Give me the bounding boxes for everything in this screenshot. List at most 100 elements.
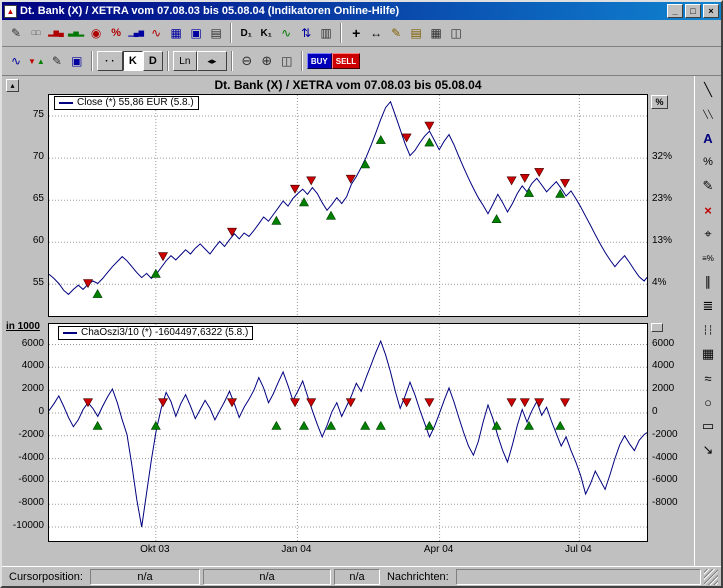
indicator-chart-plot[interactable] (48, 323, 648, 542)
candle-mode-button[interactable]: K (123, 51, 143, 71)
move-horizontal-icon[interactable]: ↔ (366, 23, 386, 43)
channel-tool[interactable]: ∥ (696, 271, 720, 293)
x-axis-label: Jan 04 (266, 544, 326, 556)
wave-tool[interactable]: ≈ (696, 367, 720, 389)
mini-chart-icon[interactable]: ∿ (6, 51, 26, 71)
fibonacci-tool[interactable]: ≡% (696, 247, 720, 269)
indicator-table-icon[interactable]: ▦ (166, 23, 186, 43)
y-axis-label: -2000 (2, 429, 44, 441)
y-axis-label: 4000 (652, 360, 694, 372)
sell-signal-button[interactable]: SELL (332, 53, 360, 69)
copy-icon[interactable]: □□ (26, 23, 46, 43)
chart-settings-icon[interactable]: ▣ (67, 51, 87, 71)
edit-icon[interactable]: ✎ (6, 23, 26, 43)
signals-icon-glyph2: ▲ (37, 57, 45, 66)
chart-window-icon-glyph: ▣ (190, 26, 201, 40)
zoom-out-icon[interactable]: ⊖ (237, 51, 257, 71)
pencil-icon-glyph: ✎ (391, 26, 401, 40)
memo-icon[interactable]: ▤ (406, 23, 426, 43)
percent-scale-button[interactable]: % (651, 95, 668, 109)
price-chart-plot[interactable] (48, 94, 648, 317)
percent-lines-tool[interactable]: % (696, 151, 720, 173)
percent-lines-tool-glyph: % (703, 156, 713, 168)
rectangle-tool-glyph: ▭ (702, 418, 714, 434)
edit-icon-glyph: ✎ (11, 26, 21, 40)
crosshair-tool[interactable]: ⌖ (696, 223, 720, 245)
memo-icon-glyph: ▤ (410, 26, 421, 40)
zoom-stats-icon[interactable]: ◉ (86, 23, 106, 43)
chart-window-icon[interactable]: ▣ (186, 23, 206, 43)
arrow-tool[interactable]: ↘ (696, 439, 720, 461)
crosshair-icon[interactable]: + (346, 23, 366, 43)
fibonacci-tool-glyph: ≡% (702, 254, 714, 263)
line-style-button[interactable]: · · (97, 51, 123, 71)
grid-icon-glyph: ▦ (430, 26, 441, 40)
grid-icon[interactable]: ▦ (426, 23, 446, 43)
daily-mode-button[interactable]: D (143, 51, 163, 71)
zoom-range-icon[interactable]: ◫ (277, 51, 297, 71)
draw-mode-icon-glyph: ✎ (52, 54, 62, 68)
report-icon[interactable]: ▤ (206, 23, 226, 43)
period-week-icon[interactable]: K₁ (256, 23, 276, 43)
app-icon[interactable]: ▲ (4, 5, 17, 18)
main-area: ▴ Dt. Bank (X) / XETRA vom 07.08.03 bis … (2, 76, 721, 566)
y-axis-label: 2000 (2, 383, 44, 395)
line-chart-icon[interactable]: ∿ (146, 23, 166, 43)
scroll-chart-button[interactable]: ◂▸ (197, 51, 227, 71)
y-axis-label: 0 (2, 406, 44, 418)
y-axis-label: 4% (652, 277, 694, 289)
period-day-icon[interactable]: D₁ (236, 23, 256, 43)
y-axis-label: 23% (652, 193, 694, 205)
sort-arrows-icon[interactable]: ⇅ (296, 23, 316, 43)
zoom-in-icon[interactable]: ⊕ (257, 51, 277, 71)
mini-table-icon[interactable]: ▥ (316, 23, 336, 43)
pencil-icon[interactable]: ✎ (386, 23, 406, 43)
close-button[interactable]: × (703, 4, 719, 18)
trendline-tool[interactable]: ╲ (696, 79, 720, 101)
x-axis-label: Okt 03 (125, 544, 185, 556)
price-line-sample-icon (59, 102, 73, 104)
vertical-lines-tool-glyph: ┆┆ (703, 325, 714, 336)
status-bar: Cursorposition: n/a n/a n/a Nachrichten: (2, 566, 721, 586)
draw-mode-icon[interactable]: ✎ (47, 51, 67, 71)
indicator-legend[interactable]: ChaOszi3/10 (*) -1604497,6322 (5.8.) (58, 326, 253, 340)
signals-icon[interactable]: ▼▲ (26, 51, 47, 71)
delete-drawings-tool[interactable]: × (696, 199, 720, 221)
cursor-position-label: Cursorposition: (5, 571, 87, 583)
panel-splitter[interactable] (651, 323, 663, 332)
parallel-lines-tool[interactable]: ╲╲ (696, 103, 720, 125)
ellipse-tool[interactable]: ○ (696, 391, 720, 413)
title-bar[interactable]: ▲ Dt. Bank (X) / XETRA vom 07.08.03 bis … (2, 2, 721, 20)
scroll-chart-button-glyph: ◂▸ (207, 56, 216, 67)
indicator-unit-label: in 1000 (6, 321, 40, 332)
resize-grip[interactable] (704, 569, 718, 585)
text-tool[interactable]: A (696, 127, 720, 149)
indicator-wave-icon[interactable]: ∿ (276, 23, 296, 43)
minimize-button[interactable]: _ (667, 4, 683, 18)
buy-signal-button[interactable]: BUY (307, 53, 332, 69)
percent-icon[interactable]: % (106, 23, 126, 43)
zoom-stats-icon-glyph: ◉ (91, 26, 101, 40)
chart-bars-green-icon[interactable]: ▃▅▂ (66, 23, 86, 43)
vertical-lines-tool[interactable]: ┆┆ (696, 319, 720, 341)
horizontal-lines-tool[interactable]: ≣ (696, 295, 720, 317)
rectangle-tool[interactable]: ▭ (696, 415, 720, 437)
line-style-button-glyph: · · (105, 56, 114, 67)
y-axis-label: 75 (2, 109, 44, 121)
freehand-tool[interactable]: ✎ (696, 175, 720, 197)
log-scale-button[interactable]: Ln (173, 51, 197, 71)
y-axis-label: -10000 (2, 520, 44, 532)
grid-tool[interactable]: ▦ (696, 343, 720, 365)
price-legend[interactable]: Close (*) 55,86 EUR (5.8.) (54, 96, 199, 110)
chart-bars-red-icon[interactable]: ▂▆▄ (46, 23, 66, 43)
toolbar-separator (340, 23, 342, 43)
layout-icon[interactable]: ◫ (446, 23, 466, 43)
window-title: Dt. Bank (X) / XETRA vom 07.08.03 bis 05… (20, 5, 665, 17)
maximize-button[interactable]: □ (685, 4, 701, 18)
daily-mode-button-glyph: D (149, 55, 157, 67)
indicator-table-icon-glyph: ▦ (170, 26, 181, 40)
y-axis-label: -6000 (652, 474, 694, 486)
percent-icon-glyph: % (111, 27, 121, 39)
y-axis-label: -4000 (2, 452, 44, 464)
bar-chart-icon[interactable]: ▁▄▆ (126, 23, 146, 43)
